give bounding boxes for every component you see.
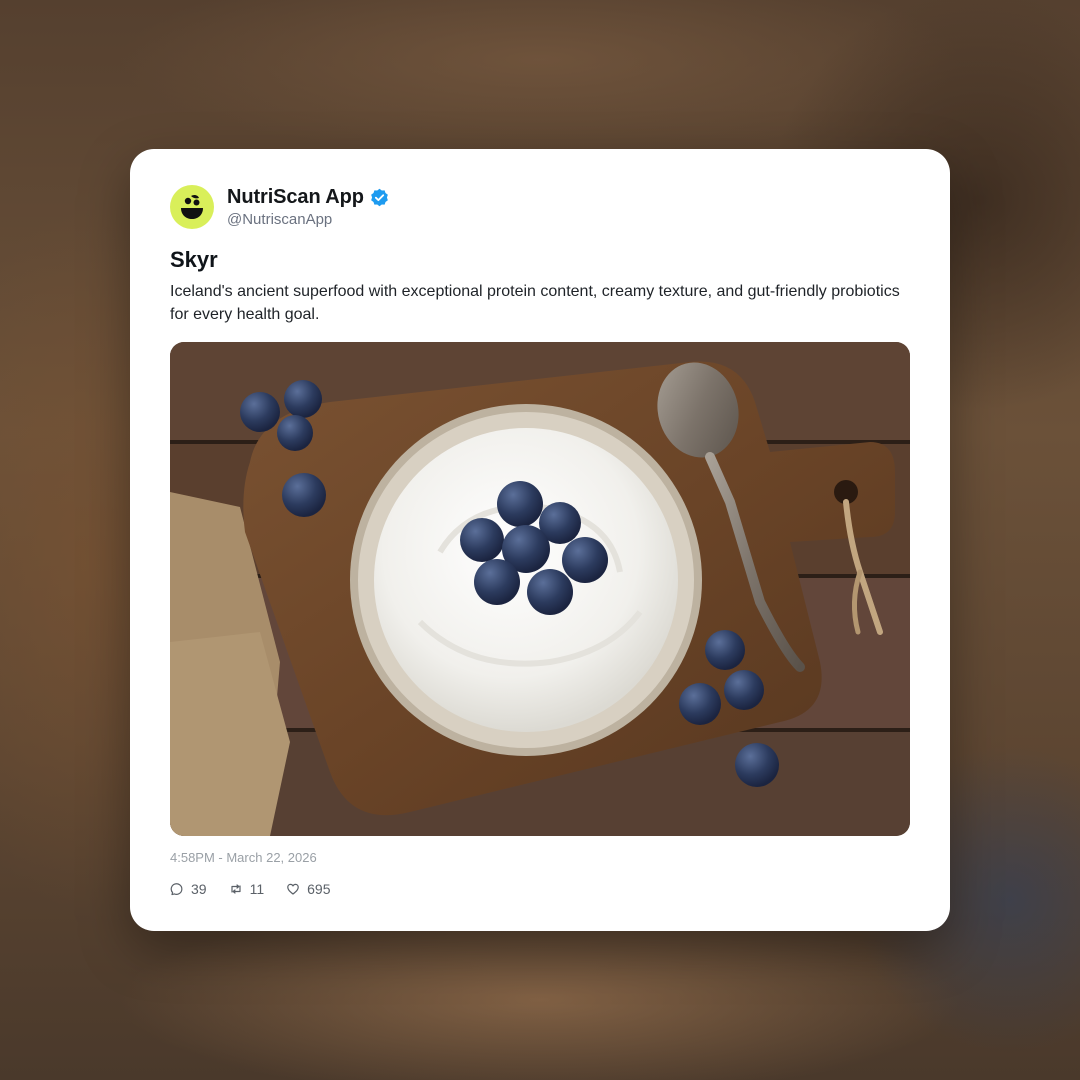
post-title: Skyr	[170, 247, 218, 272]
avatar[interactable]	[170, 185, 214, 229]
post-image[interactable]	[170, 342, 910, 836]
skyr-bowl-photo	[170, 342, 910, 836]
verified-badge-icon	[370, 188, 388, 207]
repost-count: 11	[249, 881, 265, 897]
post-card: NutriScan App @NutriscanApp Skyr Iceland…	[130, 149, 950, 931]
like-button[interactable]: 695	[286, 881, 330, 897]
post-timestamp[interactable]: 4:58PM - March 22, 2026	[170, 850, 317, 865]
engagement-bar: 39 11 695	[170, 881, 330, 897]
account-name-row: NutriScan App	[227, 186, 389, 209]
comment-icon	[170, 883, 183, 896]
reply-button[interactable]: 39	[170, 881, 207, 897]
repost-button[interactable]: 11	[229, 881, 265, 897]
repost-icon	[230, 884, 241, 894]
account-name[interactable]: NutriScan App	[227, 186, 364, 209]
reply-count: 39	[191, 881, 207, 897]
heart-icon	[287, 883, 299, 895]
like-count: 695	[307, 881, 331, 897]
nutriscan-logo-icon	[181, 194, 203, 219]
post-text: Iceland's ancient superfood with excepti…	[170, 283, 900, 323]
account-handle[interactable]: @NutriscanApp	[227, 211, 332, 228]
